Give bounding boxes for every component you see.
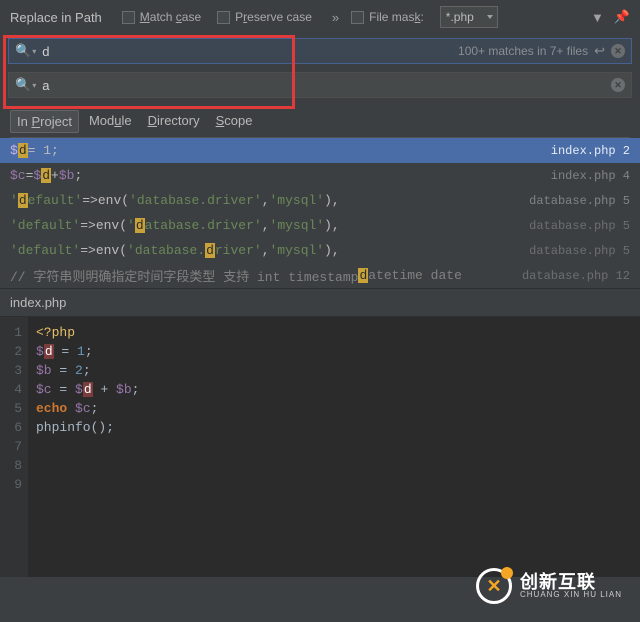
logo-subtext: CHUANG XIN HU LIAN bbox=[520, 591, 622, 599]
replace-field-row: 🔍 ▾ ✕ bbox=[8, 72, 632, 98]
editor-gutter: 123456789 bbox=[0, 317, 28, 577]
clear-icon[interactable]: ✕ bbox=[611, 78, 625, 92]
more-options-icon[interactable]: » bbox=[332, 10, 339, 25]
result-row[interactable]: $d = 1;index.php 2 bbox=[0, 138, 640, 163]
dialog-header: Replace in Path Match case Preserve case… bbox=[0, 0, 640, 34]
tab-scope[interactable]: Scope bbox=[210, 110, 259, 133]
clear-icon[interactable]: ✕ bbox=[611, 44, 625, 58]
file-mask-checkbox[interactable]: File mask: bbox=[351, 10, 424, 24]
dropdown-icon[interactable] bbox=[487, 15, 493, 19]
match-case-checkbox[interactable]: Match case bbox=[122, 10, 201, 24]
history-dropdown-icon[interactable]: ▾ bbox=[32, 47, 36, 56]
replace-input[interactable] bbox=[42, 78, 611, 93]
search-icon: 🔍 bbox=[15, 77, 31, 93]
watermark-logo: 创新互联 CHUANG XIN HU LIAN bbox=[476, 568, 622, 604]
checkbox-icon bbox=[351, 11, 364, 24]
search-icon: 🔍 bbox=[15, 43, 31, 59]
match-count-label: 100+ matches in 7+ files bbox=[458, 44, 588, 58]
result-row[interactable]: 'default' => env('database.driver', 'mys… bbox=[0, 238, 640, 263]
search-field-row: 🔍 ▾ 100+ matches in 7+ files ↩ ✕ bbox=[8, 38, 632, 64]
filter-icon[interactable]: ▼ bbox=[591, 10, 604, 25]
editor-code: <?php$d = 1;$b = 2;$c = $d + $b;echo $c;… bbox=[28, 317, 139, 577]
results-list: $d = 1;index.php 2$c = $d + $b;index.php… bbox=[0, 138, 640, 288]
scope-tabs: In Project Module Directory Scope bbox=[0, 102, 640, 137]
logo-text: 创新互联 bbox=[520, 573, 622, 591]
result-row[interactable]: // 字符串则明确指定时间字段类型 支持 int timestamp datet… bbox=[0, 263, 640, 288]
preserve-case-checkbox[interactable]: Preserve case bbox=[217, 10, 312, 24]
editor-preview: 123456789 <?php$d = 1;$b = 2;$c = $d + $… bbox=[0, 317, 640, 577]
editor-filename: index.php bbox=[0, 288, 640, 317]
logo-icon bbox=[476, 568, 512, 604]
dialog-title: Replace in Path bbox=[10, 10, 102, 25]
checkbox-icon bbox=[122, 11, 135, 24]
result-row[interactable]: $c = $d + $b;index.php 4 bbox=[0, 163, 640, 188]
search-input[interactable] bbox=[42, 44, 458, 59]
result-row[interactable]: 'default' => env('database.driver', 'mys… bbox=[0, 188, 640, 213]
newline-icon[interactable]: ↩ bbox=[594, 43, 605, 59]
tab-in-project[interactable]: In Project bbox=[10, 110, 79, 133]
result-row[interactable]: 'default' => env('database.driver', 'mys… bbox=[0, 213, 640, 238]
pin-icon[interactable]: 📌 bbox=[614, 9, 630, 25]
checkbox-icon bbox=[217, 11, 230, 24]
history-dropdown-icon[interactable]: ▾ bbox=[32, 81, 36, 90]
tab-directory[interactable]: Directory bbox=[142, 110, 206, 133]
tab-module[interactable]: Module bbox=[83, 110, 138, 133]
